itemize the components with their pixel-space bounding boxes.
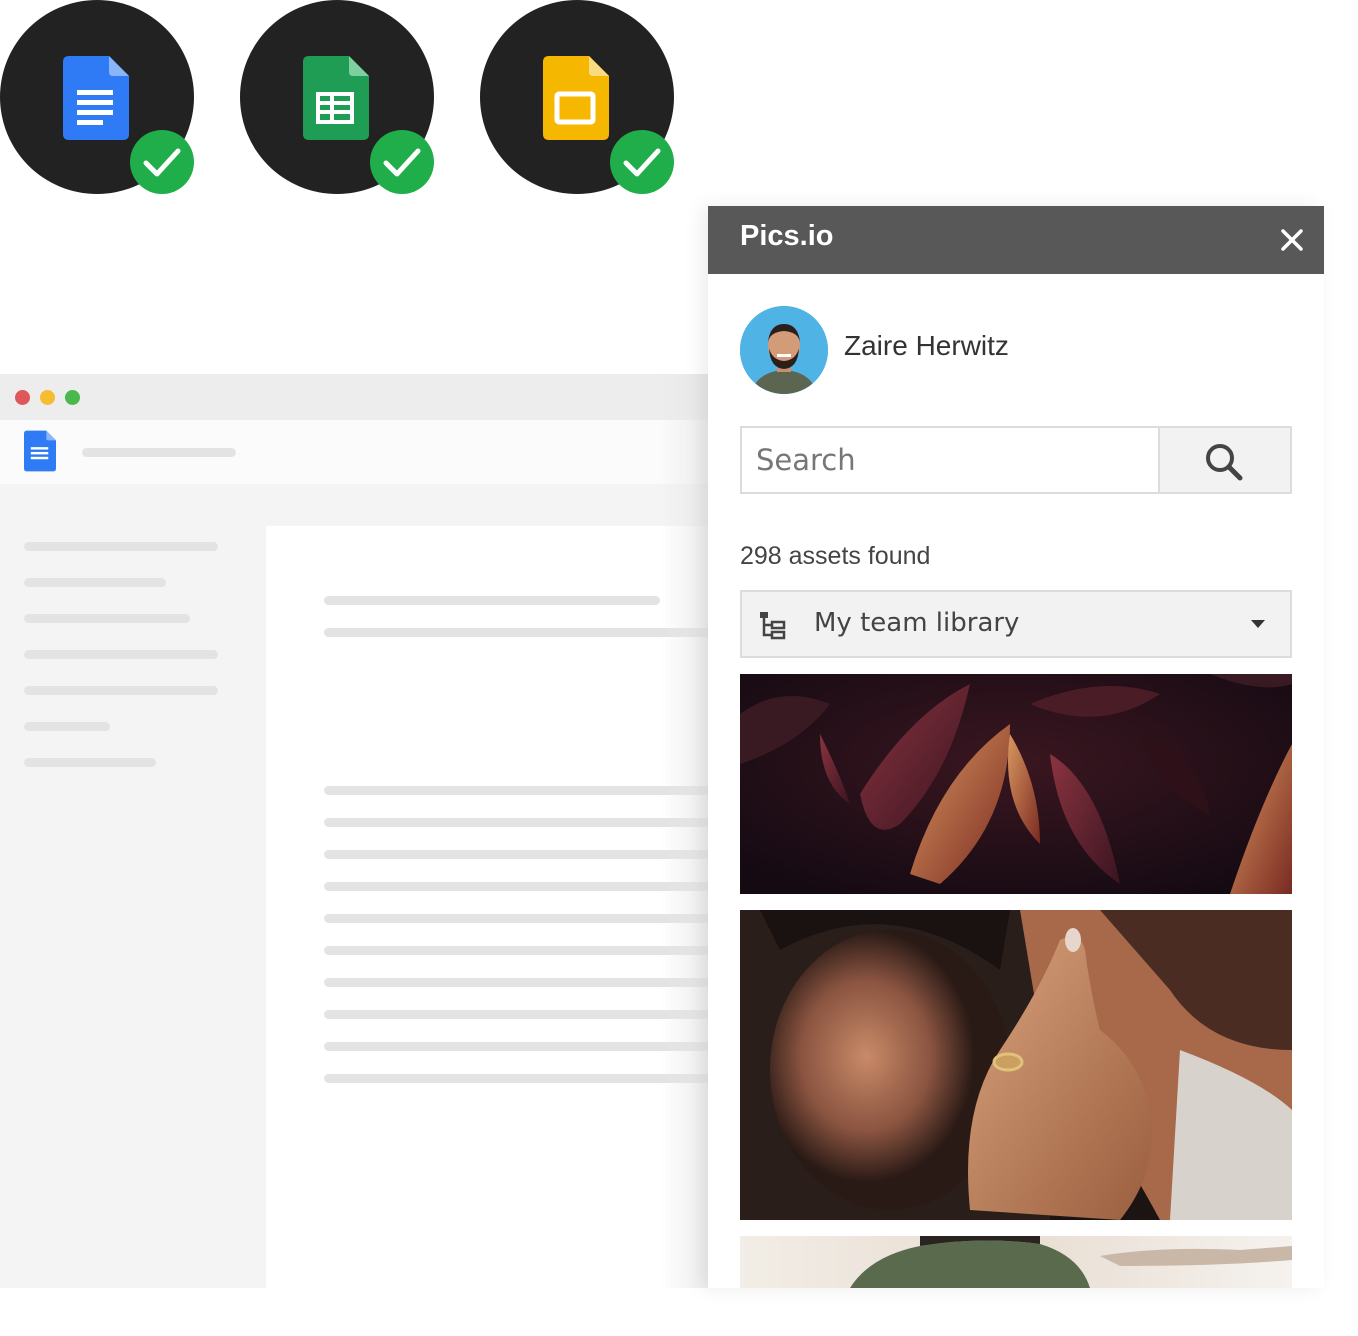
google-docs-icon	[24, 430, 56, 472]
panel-header: Pics.io	[708, 206, 1324, 274]
check-icon	[370, 130, 434, 194]
window-titlebar	[0, 374, 720, 420]
text-line-placeholder	[324, 596, 660, 605]
assets-count: 298 assets found	[740, 542, 931, 570]
panel-title: Pics.io	[740, 220, 834, 252]
google-slides-badge	[480, 0, 674, 194]
asset-thumbnail[interactable]	[740, 1236, 1292, 1288]
library-selected-label: My team library	[814, 608, 1020, 638]
asset-thumbnail[interactable]	[740, 674, 1292, 894]
search-input[interactable]	[740, 426, 1160, 494]
search-icon	[1206, 444, 1243, 481]
outline-placeholder	[24, 614, 190, 623]
google-sheets-badge	[240, 0, 434, 194]
outline-placeholder	[24, 758, 156, 767]
window-close-dot[interactable]	[15, 390, 30, 405]
user-name: Zaire Herwitz	[844, 330, 1009, 361]
outline-placeholder	[24, 686, 218, 695]
folder-tree-icon	[760, 612, 786, 640]
outline-placeholder	[24, 578, 166, 587]
window-minimize-dot[interactable]	[40, 390, 55, 405]
close-icon[interactable]	[1278, 226, 1306, 254]
search-button[interactable]	[1158, 426, 1292, 494]
picsio-panel: Pics.io Zaire Herwitz 298 assets found	[708, 206, 1324, 1288]
engagement-ring-couple-photo	[740, 910, 1292, 1220]
outline-placeholder	[24, 542, 218, 551]
doc-title-placeholder	[82, 448, 236, 457]
docs-toolbar	[0, 420, 720, 484]
check-icon	[130, 130, 194, 194]
google-slides-icon	[543, 56, 609, 140]
outline-placeholder	[24, 722, 110, 731]
caret-down-icon	[1251, 620, 1265, 628]
avatar	[740, 306, 828, 394]
document-page[interactable]	[266, 526, 720, 1288]
autumn-leaves-photo	[740, 674, 1292, 894]
window-maximize-dot[interactable]	[65, 390, 80, 405]
partial-photo	[740, 1236, 1292, 1288]
google-docs-icon	[63, 56, 129, 140]
google-docs-badge	[0, 0, 194, 194]
google-sheets-icon	[303, 56, 369, 140]
docs-window	[0, 374, 720, 1288]
check-icon	[610, 130, 674, 194]
asset-thumbnail[interactable]	[740, 910, 1292, 1220]
outline-placeholder	[24, 650, 218, 659]
library-dropdown[interactable]: My team library	[740, 590, 1292, 658]
